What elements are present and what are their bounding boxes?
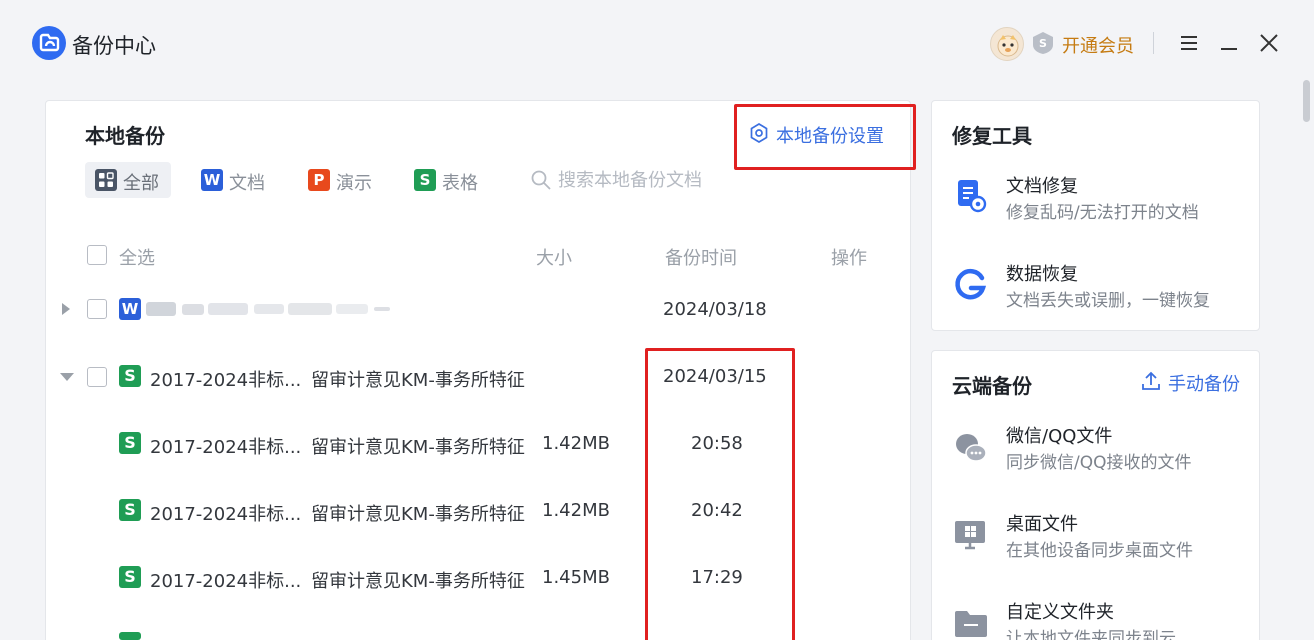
select-all-checkbox[interactable]	[87, 245, 107, 265]
filter-ppt-label: 演示	[336, 173, 372, 194]
filter-sheet-tab[interactable]: S 表格	[404, 162, 490, 198]
doc-repair-icon	[958, 180, 987, 213]
file-size: 1.42MB	[542, 500, 610, 521]
highlight-box-settings	[734, 104, 916, 170]
doc-repair-name: 文档修复	[1006, 176, 1078, 197]
file-name-tail: 留审计意见KM-事务所特征	[311, 571, 525, 592]
doc-repair-desc: 修复乱码/无法打开的文档	[1006, 203, 1199, 223]
search-input[interactable]	[558, 166, 758, 194]
backup-center-logo-icon	[32, 26, 66, 60]
vip-shield-icon: S	[1033, 32, 1053, 54]
filter-doc-tab[interactable]: W 文档	[191, 162, 277, 198]
column-time-header: 备份时间	[665, 248, 737, 269]
local-backup-title: 本地备份	[85, 124, 165, 148]
manual-backup-label: 手动备份	[1168, 374, 1240, 395]
user-avatar[interactable]	[990, 27, 1024, 61]
column-action-header: 操作	[831, 248, 867, 269]
minimize-icon	[1221, 48, 1237, 50]
cloud-item-custom-folder[interactable]: 自定义文件夹 让本地文件夹同步到云	[952, 598, 1242, 640]
group-file-name-tail: 留审计意见KM-事务所特征	[311, 370, 525, 391]
open-vip-link[interactable]: 开通会员	[1062, 32, 1134, 58]
spreadsheet-icon: S	[414, 169, 436, 191]
menu-button[interactable]	[1176, 30, 1202, 56]
select-all-label: 全选	[119, 248, 155, 269]
repair-tools-title: 修复工具	[952, 124, 1032, 148]
desktop-monitor-icon	[955, 521, 985, 550]
group-date: 2024/03/18	[663, 299, 767, 320]
doc-repair-tool[interactable]: 文档修复 修复乱码/无法打开的文档	[952, 172, 1242, 224]
spreadsheet-file-icon: S	[119, 365, 141, 387]
file-size: 1.42MB	[542, 433, 610, 454]
close-button[interactable]	[1256, 30, 1282, 56]
spreadsheet-file-icon-partial	[119, 632, 141, 640]
close-icon	[1260, 34, 1278, 52]
data-recovery-icon	[955, 268, 987, 300]
minimize-button[interactable]	[1216, 30, 1242, 56]
group-checkbox[interactable]	[87, 299, 107, 319]
filter-doc-label: 文档	[229, 173, 265, 194]
column-size-header: 大小	[536, 248, 572, 269]
data-recovery-name: 数据恢复	[1006, 264, 1078, 285]
word-doc-icon: W	[201, 169, 223, 191]
file-name[interactable]: 2017-2024非标...	[150, 433, 301, 459]
upload-icon	[1142, 371, 1160, 390]
highlight-box-times	[645, 348, 795, 640]
desktop-files-name: 桌面文件	[1006, 514, 1078, 535]
title-bar: 备份中心 S 开通会员	[0, 0, 1314, 88]
filter-all-label: 全部	[123, 173, 159, 194]
scrollbar-thumb[interactable]	[1303, 80, 1310, 122]
cloud-backup-title: 云端备份	[952, 374, 1032, 398]
wechat-qq-desc: 同步微信/QQ接收的文件	[1006, 453, 1192, 473]
filter-ppt-tab[interactable]: P 演示	[298, 162, 384, 198]
expand-caret-icon[interactable]	[60, 302, 72, 316]
avatar-face-icon	[997, 35, 1019, 57]
file-size: 1.45MB	[542, 567, 610, 588]
folder-icon	[955, 611, 987, 637]
wechat-qq-name: 微信/QQ文件	[1006, 426, 1113, 447]
search-icon	[531, 170, 551, 190]
grid-icon	[95, 169, 117, 191]
word-file-icon: W	[119, 298, 141, 320]
spreadsheet-file-icon: S	[119, 566, 141, 588]
custom-folder-name: 自定义文件夹	[1006, 602, 1114, 623]
blurred-file-name	[146, 302, 390, 316]
cloud-item-desktop[interactable]: 桌面文件 在其他设备同步桌面文件	[952, 510, 1242, 562]
svg-text:S: S	[1039, 37, 1047, 50]
custom-folder-desc: 让本地文件夹同步到云	[1006, 629, 1176, 640]
presentation-icon: P	[308, 169, 330, 191]
filter-all-tab[interactable]: 全部	[85, 162, 171, 198]
filter-sheet-label: 表格	[442, 173, 478, 194]
chat-bubble-icon	[956, 434, 987, 462]
group-checkbox[interactable]	[87, 367, 107, 387]
titlebar-divider	[1153, 32, 1154, 54]
cloud-item-wechat-qq[interactable]: 微信/QQ文件 同步微信/QQ接收的文件	[952, 422, 1242, 474]
data-recovery-tool[interactable]: 数据恢复 文档丢失或误删，一键恢复	[952, 260, 1242, 312]
file-name[interactable]: 2017-2024非标...	[150, 567, 301, 593]
hamburger-menu-icon	[1181, 36, 1197, 50]
group-file-name[interactable]: 2017-2024非标...	[150, 366, 301, 392]
file-name[interactable]: 2017-2024非标...	[150, 500, 301, 526]
window-title: 备份中心	[72, 34, 156, 58]
file-name-tail: 留审计意见KM-事务所特征	[311, 437, 525, 458]
search-box[interactable]	[528, 166, 768, 194]
window-scrollbar[interactable]	[1300, 80, 1314, 640]
spreadsheet-file-icon: S	[119, 432, 141, 454]
spreadsheet-file-icon: S	[119, 499, 141, 521]
desktop-files-desc: 在其他设备同步桌面文件	[1006, 541, 1193, 561]
data-recovery-desc: 文档丢失或误删，一键恢复	[1006, 291, 1210, 311]
collapse-caret-icon[interactable]	[59, 371, 75, 383]
file-name-tail: 留审计意见KM-事务所特征	[311, 504, 525, 525]
